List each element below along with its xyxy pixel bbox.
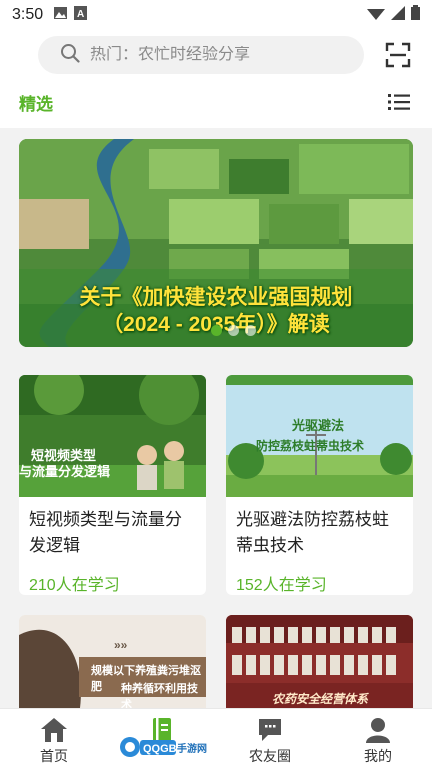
site-watermark: QQGB 手游网 xyxy=(118,733,210,761)
course-title: 短视频类型与流量分发逻辑 xyxy=(29,510,182,555)
course-card[interactable]: »» 规模以下养殖粪污堆沤肥 种养循环利用技术 xyxy=(19,615,206,715)
status-bar: 3:50 A xyxy=(0,0,432,30)
nav-community[interactable]: 农友圈 xyxy=(216,709,324,768)
learner-count: 210人在学习 xyxy=(29,577,120,594)
nav-profile[interactable]: 我的 xyxy=(324,709,432,768)
home-icon xyxy=(40,717,68,743)
thumbnail-caption: 光驱避法 xyxy=(292,418,345,433)
bottom-nav: 首页 农友圈 我的 xyxy=(0,708,432,768)
course-card[interactable]: 光驱避法 防控荔枝蛀蒂虫技术 光驱避法防控荔枝蛀蒂虫技术 152人在学习 xyxy=(226,375,413,595)
svg-text:手游网: 手游网 xyxy=(177,742,207,755)
course-title: 光驱避法防控荔枝蛀蒂虫技术 xyxy=(236,510,389,555)
carousel-dot[interactable] xyxy=(211,325,222,336)
nav-label: 首页 xyxy=(40,748,68,764)
wifi-icon xyxy=(367,6,385,25)
course-thumbnail: 光驱避法 防控荔枝蛀蒂虫技术 xyxy=(226,375,413,497)
nav-home[interactable]: 首页 xyxy=(0,709,108,768)
learner-count: 152人在学习 xyxy=(236,577,327,594)
carousel-dot[interactable] xyxy=(245,325,256,336)
user-icon xyxy=(364,717,392,743)
thumbnail-caption: 防控荔枝蛀蒂虫技术 xyxy=(256,439,365,453)
scan-icon[interactable] xyxy=(385,42,411,68)
svg-text:QQGB: QQGB xyxy=(143,743,177,755)
thumbnail-caption: 与流量分发逻辑 xyxy=(19,464,111,479)
battery-icon xyxy=(411,5,420,25)
thumbnail-caption: 农药安全经营体系 xyxy=(272,692,369,706)
carousel-indicator xyxy=(211,325,256,336)
search-header xyxy=(0,30,432,80)
svg-text:»»: »» xyxy=(114,638,128,652)
tab-featured[interactable]: 精选 xyxy=(19,90,53,115)
svg-text:A: A xyxy=(77,9,84,20)
carousel-dot[interactable] xyxy=(228,325,239,336)
nav-label: 农友圈 xyxy=(249,748,291,764)
course-card[interactable]: 短视频类型 与流量分发逻辑 短视频类型与流量分发逻辑 210人在学习 xyxy=(19,375,206,595)
image-notification-icon xyxy=(53,6,68,25)
nav-label: 我的 xyxy=(364,748,392,764)
status-time: 3:50 xyxy=(12,6,44,23)
signal-icon xyxy=(391,5,405,25)
course-card[interactable]: 农药安全经营体系 xyxy=(226,615,413,715)
banner-carousel[interactable]: 关于《加快建设农业强国规划 （2024 - 2035年）》解读 xyxy=(19,139,413,347)
chat-icon xyxy=(256,717,284,743)
list-menu-icon[interactable] xyxy=(388,92,410,112)
text-notification-icon: A xyxy=(74,5,88,25)
search-icon xyxy=(60,43,80,68)
course-thumbnail: 短视频类型 与流量分发逻辑 xyxy=(19,375,206,497)
banner-title-line1: 关于《加快建设农业强国规划 xyxy=(79,286,353,309)
category-bar: 精选 xyxy=(0,80,432,128)
search-input[interactable] xyxy=(90,46,340,64)
search-bar[interactable] xyxy=(38,36,364,74)
